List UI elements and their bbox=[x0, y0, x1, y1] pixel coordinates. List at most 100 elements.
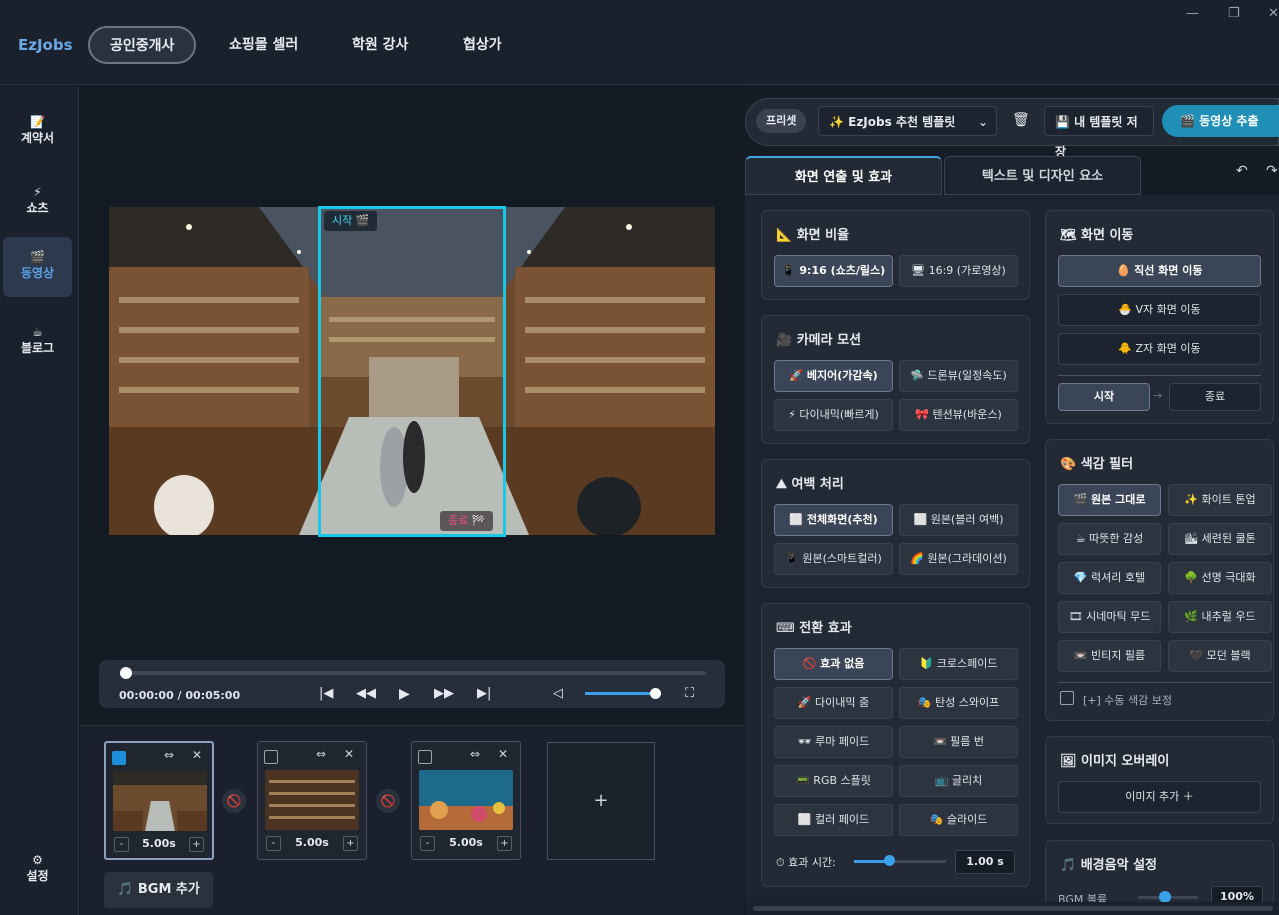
filter-cinematic-button[interactable]: 🎞 시네마틱 무드 bbox=[1058, 601, 1161, 633]
camera-bezier-button[interactable]: 🚀 베지어(가감속) bbox=[774, 360, 893, 392]
clip-checkbox[interactable] bbox=[264, 750, 278, 764]
tab-shop-seller[interactable]: 쇼핑몰 셀러 bbox=[208, 26, 319, 64]
transition-none-button[interactable]: 🚫 효과 없음 bbox=[774, 648, 893, 680]
transition-slide-button[interactable]: 🎭 슬라이드 bbox=[899, 804, 1018, 836]
filter-modernblack-button[interactable]: 🖤 모던 블랙 bbox=[1168, 640, 1272, 672]
fullscreen-icon[interactable]: ⛶ bbox=[685, 686, 694, 701]
skip-start-icon[interactable]: |◀ bbox=[319, 686, 333, 701]
motion-start-button[interactable]: 시작 bbox=[1058, 383, 1150, 411]
margin-blur-button[interactable]: ⬜ 원본(블러 여백) bbox=[899, 504, 1018, 536]
play-icon[interactable]: ▶ bbox=[399, 686, 410, 702]
sidebar-item-blog[interactable]: ☕ 블로그 bbox=[3, 312, 72, 372]
filter-natural-button[interactable]: 🌿 내추럴 우드 bbox=[1168, 601, 1272, 633]
camera-drone-button[interactable]: 🛸 드론뷰(일정속도) bbox=[899, 360, 1018, 392]
swap-icon[interactable]: ⇔ bbox=[164, 748, 174, 762]
sidebar-item-settings[interactable]: ⚙ 설정 bbox=[3, 840, 72, 900]
undo-icon[interactable]: ↶ bbox=[1236, 163, 1248, 179]
filter-cool-button[interactable]: 🏙 세련된 쿨톤 bbox=[1168, 523, 1272, 555]
effect-duration-knob[interactable] bbox=[883, 855, 895, 866]
seek-bar[interactable] bbox=[126, 671, 706, 675]
manual-color-label[interactable]: [+] 수동 색감 보정 bbox=[1083, 692, 1172, 708]
filter-whitetone-button[interactable]: ✨ 화이트 톤업 bbox=[1168, 484, 1272, 516]
margin-gradient-button[interactable]: 🌈 원본(그라데이션) bbox=[899, 543, 1018, 575]
remove-icon[interactable]: ✕ bbox=[344, 747, 354, 761]
overlay-title: 🖼 이미지 오버레이 bbox=[1060, 754, 1170, 769]
maximize-icon[interactable]: ❐ bbox=[1228, 6, 1240, 21]
crop-frame[interactable] bbox=[318, 206, 506, 537]
clip-thumbnail bbox=[265, 770, 359, 830]
tab-negotiator[interactable]: 협상가 bbox=[442, 26, 523, 64]
tab-screen-effects[interactable]: 화면 연출 및 효과 bbox=[745, 156, 942, 195]
add-clip-button[interactable]: + bbox=[547, 742, 655, 860]
export-video-button[interactable]: 🎬 동영상 추출 bbox=[1162, 105, 1279, 137]
clip-card[interactable]: ⇔ ✕ - 5.00s + bbox=[257, 741, 367, 860]
motion-z-button[interactable]: 🐥 Z자 화면 이동 bbox=[1058, 333, 1261, 365]
rewind-icon[interactable]: ◀◀ bbox=[356, 686, 376, 701]
preset-dropdown[interactable]: ✨ EzJobs 추천 템플릿 ⌄ bbox=[818, 106, 997, 136]
skip-end-icon[interactable]: ▶| bbox=[477, 686, 491, 701]
volume-slider-track[interactable] bbox=[585, 692, 659, 695]
sidebar-item-contract[interactable]: 📝 계약서 bbox=[3, 102, 72, 162]
horizontal-scrollbar[interactable] bbox=[745, 902, 1279, 915]
clip-card[interactable]: ⇔ ✕ - 5.00s + bbox=[411, 741, 521, 860]
duration-increase[interactable]: + bbox=[343, 836, 358, 851]
sidebar-item-shorts[interactable]: ⚡ 쇼츠 bbox=[3, 172, 72, 232]
redo-icon[interactable]: ↷ bbox=[1266, 163, 1278, 179]
sidebar-item-video[interactable]: 🎬 동영상 bbox=[3, 237, 72, 297]
duration-increase[interactable]: + bbox=[189, 837, 204, 852]
trash-icon[interactable]: 🗑 bbox=[1012, 112, 1030, 128]
effect-duration-slider[interactable] bbox=[854, 860, 946, 863]
add-bgm-button[interactable]: 🎵 BGM 추가 bbox=[104, 872, 213, 908]
add-image-button[interactable]: 이미지 추가 ＋ bbox=[1058, 781, 1261, 813]
transition-none-icon[interactable]: 🚫 bbox=[376, 789, 400, 813]
filter-vintage-button[interactable]: 📼 빈티지 필름 bbox=[1058, 640, 1161, 672]
transition-luma-button[interactable]: 🕶 루마 페이드 bbox=[774, 726, 893, 758]
effect-duration-input[interactable]: 1.00 s bbox=[955, 850, 1015, 874]
aspect-16-9-button[interactable]: 🖥 16:9 (가로영상) bbox=[899, 255, 1018, 287]
filter-warm-button[interactable]: ☕ 따뜻한 감성 bbox=[1058, 523, 1161, 555]
camera-card: 🎥 카메라 모션 🚀 베지어(가감속) 🛸 드론뷰(일정속도) ⚡ 다이내믹(빠… bbox=[761, 315, 1030, 444]
minimize-icon[interactable]: — bbox=[1186, 6, 1199, 21]
transition-crossfade-button[interactable]: 🔰 크로스페이드 bbox=[899, 648, 1018, 680]
motion-end-button[interactable]: 종료 bbox=[1169, 383, 1261, 411]
clip-checkbox[interactable] bbox=[418, 750, 432, 764]
duration-increase[interactable]: + bbox=[497, 836, 512, 851]
camera-dynamic-button[interactable]: ⚡ 다이내믹(빠르게) bbox=[774, 399, 893, 431]
manual-color-checkbox[interactable] bbox=[1060, 691, 1074, 705]
start-marker[interactable]: 시작 🎬 bbox=[324, 211, 378, 231]
time-display: 00:00:00 / 00:05:00 bbox=[119, 689, 241, 702]
margin-fullscreen-button[interactable]: ⬜ 전체화면(추천) bbox=[774, 504, 893, 536]
divider bbox=[1058, 682, 1272, 683]
camera-tension-button[interactable]: 🎀 텐션뷰(바운스) bbox=[899, 399, 1018, 431]
clip-card[interactable]: ⇔ ✕ - 5.00s + bbox=[104, 741, 214, 860]
margin-smartcolor-button[interactable]: 📱 원본(스마트컬러) bbox=[774, 543, 893, 575]
transition-swipe-button[interactable]: 🎭 탄성 스와이프 bbox=[899, 687, 1018, 719]
seek-knob[interactable] bbox=[120, 667, 132, 679]
swap-icon[interactable]: ⇔ bbox=[470, 747, 480, 761]
filter-luxury-button[interactable]: 💎 럭셔리 호텔 bbox=[1058, 562, 1161, 594]
tab-realtor[interactable]: 공인중개사 bbox=[88, 26, 197, 64]
motion-v-button[interactable]: 🐣 V자 화면 이동 bbox=[1058, 294, 1261, 326]
volume-icon[interactable]: ◁ bbox=[553, 686, 563, 701]
clip-checkbox[interactable] bbox=[112, 751, 126, 765]
filter-vivid-button[interactable]: 🌳 선명 극대화 bbox=[1168, 562, 1272, 594]
transition-card: ⌨ 전환 효과 🚫 효과 없음 🔰 크로스페이드 🚀 다이내믹 줌 🎭 탄성 스… bbox=[761, 603, 1030, 887]
transition-zoom-button[interactable]: 🚀 다이내믹 줌 bbox=[774, 687, 893, 719]
swap-icon[interactable]: ⇔ bbox=[316, 747, 326, 761]
end-marker[interactable]: 종료 🏁 bbox=[440, 511, 494, 531]
transition-colorfade-button[interactable]: ⬜ 컬러 페이드 bbox=[774, 804, 893, 836]
save-template-button[interactable]: 💾 내 템플릿 저장 bbox=[1044, 106, 1154, 159]
remove-icon[interactable]: ✕ bbox=[498, 747, 508, 761]
tab-text-design[interactable]: 텍스트 및 디자인 요소 bbox=[944, 156, 1141, 195]
transition-glitch-button[interactable]: 📺 글리치 bbox=[899, 765, 1018, 797]
aspect-9-16-button[interactable]: 📱 9:16 (쇼츠/릴스) bbox=[774, 255, 893, 287]
remove-icon[interactable]: ✕ bbox=[192, 748, 202, 762]
close-icon[interactable]: ✕ bbox=[1268, 6, 1279, 21]
tab-academy[interactable]: 학원 강사 bbox=[331, 26, 429, 64]
motion-linear-button[interactable]: 🥚 직선 화면 이동 bbox=[1058, 255, 1261, 287]
fast-forward-icon[interactable]: ▶▶ bbox=[434, 686, 454, 701]
transition-none-icon[interactable]: 🚫 bbox=[222, 789, 246, 813]
transition-rgb-button[interactable]: 📟 RGB 스플릿 bbox=[774, 765, 893, 797]
filter-original-button[interactable]: 🎬 원본 그대로 bbox=[1058, 484, 1161, 516]
transition-filmburn-button[interactable]: 📼 필름 번 bbox=[899, 726, 1018, 758]
